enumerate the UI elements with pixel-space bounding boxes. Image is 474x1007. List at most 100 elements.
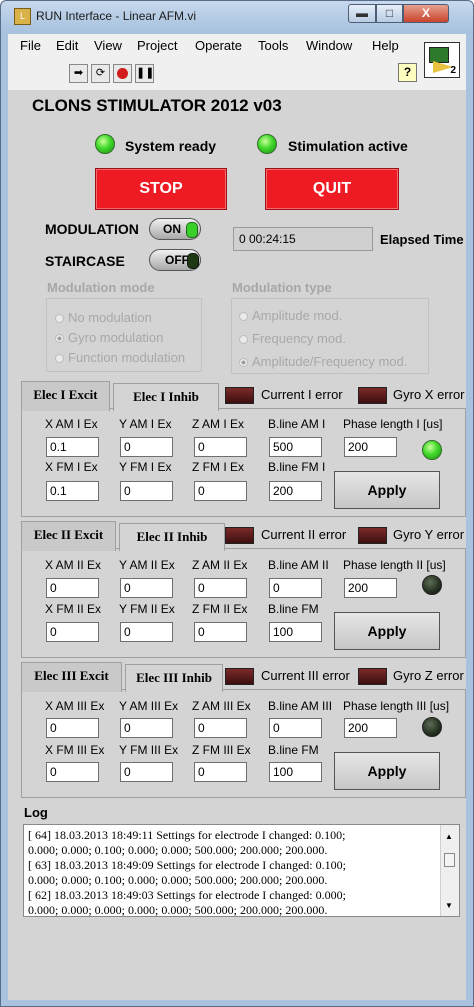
apply-button[interactable]: Apply [334, 612, 440, 650]
current-error-led [225, 387, 254, 404]
quit-button[interactable]: QUIT [265, 168, 399, 210]
tab-elec-i-inhib[interactable]: Elec I Inhib [113, 383, 219, 411]
log-scrollbar[interactable]: ▲ ▼ [440, 825, 459, 916]
y-fm-input[interactable]: 0 [120, 622, 173, 642]
mod-mode-option[interactable]: Function modulation [55, 350, 185, 365]
y-fm-input[interactable]: 0 [120, 481, 173, 501]
staircase-toggle[interactable]: OFF [149, 249, 201, 271]
modulation-mode-group: No modulation Gyro modulation Function m… [46, 298, 202, 372]
tab-elec-iii-excit[interactable]: Elec III Excit [21, 662, 122, 692]
electrode-i-section: Elec I Excit Elec I Inhib Current I erro… [21, 380, 466, 517]
field-label: X AM III Ex [45, 699, 105, 713]
apply-button[interactable]: Apply [334, 752, 440, 790]
mod-type-option[interactable]: Frequency mod. [239, 331, 346, 346]
system-ready-led [95, 134, 115, 154]
field-label: Y AM III Ex [119, 699, 179, 713]
z-fm-input[interactable]: 0 [194, 622, 247, 642]
field-label: B.line AM III [268, 699, 333, 713]
tab-elec-ii-inhib[interactable]: Elec II Inhib [119, 523, 225, 551]
vi-connector-icon: 2 [424, 42, 460, 78]
z-am-input[interactable]: 0 [194, 437, 247, 457]
baseline-am-input[interactable]: 0 [269, 578, 322, 598]
menu-operate[interactable]: Operate [195, 38, 242, 53]
stop-button[interactable]: STOP [95, 168, 227, 210]
scroll-up-icon[interactable]: ▲ [445, 832, 453, 841]
gyro-error-led [358, 668, 387, 685]
baseline-am-input[interactable]: 0 [269, 718, 322, 738]
y-am-input[interactable]: 0 [120, 437, 173, 457]
baseline-fm-input[interactable]: 200 [269, 481, 322, 501]
labview-app-icon: L [14, 8, 31, 25]
minimize-button[interactable]: ▬ [348, 4, 376, 23]
phase-length-input[interactable]: 200 [344, 437, 397, 457]
mod-mode-option[interactable]: Gyro modulation [55, 330, 163, 345]
field-label: X AM II Ex [45, 558, 102, 572]
field-label: Z AM II Ex [192, 558, 248, 572]
menu-project[interactable]: Project [137, 38, 177, 53]
phase-length-input[interactable]: 200 [344, 718, 397, 738]
electrode-ii-section: Elec II Excit Elec II Inhib Current II e… [21, 520, 466, 658]
menu-edit[interactable]: Edit [56, 38, 78, 53]
mod-type-option[interactable]: Amplitude mod. [239, 308, 342, 323]
close-button[interactable]: X [403, 4, 449, 23]
tab-elec-i-excit[interactable]: Elec I Excit [21, 381, 110, 411]
baseline-fm-input[interactable]: 100 [269, 762, 322, 782]
field-label: Z AM III Ex [192, 699, 251, 713]
mod-mode-option[interactable]: No modulation [55, 310, 152, 325]
menu-tools[interactable]: Tools [258, 38, 288, 53]
y-am-input[interactable]: 0 [120, 718, 173, 738]
log-lines: [ 64] 18.03.2013 18:49:11 Settings for e… [28, 828, 438, 916]
tab-elec-iii-inhib[interactable]: Elec III Inhib [125, 664, 223, 692]
y-fm-input[interactable]: 0 [120, 762, 173, 782]
scroll-down-icon[interactable]: ▼ [445, 901, 453, 910]
current-error-led [225, 527, 254, 544]
stimulation-active-label: Stimulation active [288, 138, 408, 154]
z-fm-input[interactable]: 0 [194, 762, 247, 782]
menu-view[interactable]: View [94, 38, 122, 53]
x-am-input[interactable]: 0.1 [46, 437, 99, 457]
electrode-ii-status-led [422, 575, 442, 595]
field-label: Y AM I Ex [119, 417, 172, 431]
abort-icon[interactable] [113, 64, 132, 83]
baseline-fm-input[interactable]: 100 [269, 622, 322, 642]
apply-button[interactable]: Apply [334, 471, 440, 509]
x-fm-input[interactable]: 0 [46, 622, 99, 642]
field-label: B.line AM I [268, 417, 326, 431]
run-arrow-icon[interactable]: ➡ [69, 64, 88, 83]
log-textbox[interactable]: [ 64] 18.03.2013 18:49:11 Settings for e… [23, 824, 460, 917]
menu-window[interactable]: Window [306, 38, 352, 53]
z-fm-input[interactable]: 0 [194, 481, 247, 501]
scroll-thumb[interactable] [444, 853, 455, 867]
menu-file[interactable]: File [20, 38, 41, 53]
gyro-error-label: Gyro Y error [393, 527, 465, 542]
field-label: X FM III Ex [45, 743, 105, 757]
tab-elec-ii-excit[interactable]: Elec II Excit [21, 521, 116, 551]
phase-length-input[interactable]: 200 [344, 578, 397, 598]
x-am-input[interactable]: 0 [46, 578, 99, 598]
x-am-input[interactable]: 0 [46, 718, 99, 738]
z-am-input[interactable]: 0 [194, 718, 247, 738]
radio-icon [239, 312, 248, 322]
field-label: Z FM III Ex [192, 743, 251, 757]
help-icon[interactable]: ? [398, 63, 417, 82]
log-line: [ 63] 18.03.2013 18:49:09 Settings for e… [28, 858, 346, 872]
x-fm-input[interactable]: 0.1 [46, 481, 99, 501]
y-am-input[interactable]: 0 [120, 578, 173, 598]
x-fm-input[interactable]: 0 [46, 762, 99, 782]
electrode-iii-status-led [422, 717, 442, 737]
current-error-led [225, 668, 254, 685]
run-continuously-icon[interactable]: ⟳ [91, 64, 110, 83]
log-line: 0.000; 0.000; 0.100; 0.000; 0.000; 500.0… [28, 873, 328, 887]
menu-help[interactable]: Help [372, 38, 399, 53]
mod-type-option[interactable]: Amplitude/Frequency mod. [239, 354, 407, 369]
modulation-type-group: Amplitude mod. Frequency mod. Amplitude/… [231, 298, 429, 374]
log-line: 0.000; 0.000; 0.100; 0.000; 0.000; 500.0… [28, 843, 328, 857]
baseline-am-input[interactable]: 500 [269, 437, 322, 457]
modulation-type-title: Modulation type [232, 280, 332, 295]
z-am-input[interactable]: 0 [194, 578, 247, 598]
pause-icon[interactable]: ❚❚ [135, 64, 154, 83]
gyro-error-label: Gyro Z error [393, 668, 464, 683]
title-bar: L RUN Interface - Linear AFM.vi ▬ □ X [1, 1, 473, 31]
modulation-toggle[interactable]: ON [149, 218, 201, 240]
maximize-button[interactable]: □ [376, 4, 403, 23]
